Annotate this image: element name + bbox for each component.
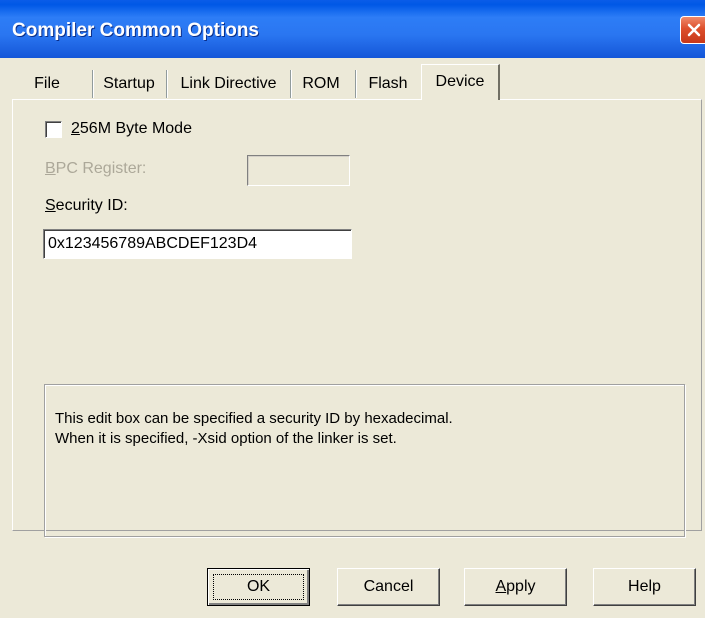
tab-separator: [355, 70, 357, 98]
bpc-register-field: [247, 155, 350, 186]
apply-button[interactable]: Apply: [464, 568, 567, 606]
byte-mode-label[interactable]: 256M Byte Mode: [71, 120, 192, 138]
byte-mode-checkbox[interactable]: [45, 121, 62, 138]
title-bar[interactable]: Compiler Common Options: [0, 0, 705, 58]
tab-link-directive[interactable]: Link Directive: [170, 69, 287, 99]
help-button[interactable]: Help: [593, 568, 696, 606]
close-icon: [687, 23, 701, 37]
tab-separator: [290, 70, 292, 98]
bpc-register-label: BPC Register:: [45, 160, 147, 177]
description-box: [44, 384, 685, 537]
ok-button[interactable]: OK: [207, 568, 310, 606]
tab-separator: [166, 70, 168, 98]
window-title: Compiler Common Options: [12, 20, 259, 41]
ok-label: OK: [246, 578, 271, 595]
security-id-label: Security ID:: [45, 197, 128, 214]
description-line-1: This edit box can be specified a securit…: [55, 410, 453, 427]
tab-startup[interactable]: Startup: [96, 69, 162, 99]
description-line-2: When it is specified, -Xsid option of th…: [55, 430, 397, 447]
tab-separator: [92, 70, 94, 98]
tab-flash[interactable]: Flash: [359, 69, 417, 99]
security-id-field[interactable]: 0x123456789ABCDEF123D4: [43, 229, 352, 259]
tab-device[interactable]: Device: [421, 64, 500, 100]
close-button[interactable]: [680, 16, 705, 44]
cancel-button[interactable]: Cancel: [337, 568, 440, 606]
tab-file[interactable]: File: [22, 69, 72, 99]
compiler-options-dialog: Compiler Common Options File Startup Lin…: [0, 0, 705, 620]
tab-rom[interactable]: ROM: [294, 69, 348, 99]
